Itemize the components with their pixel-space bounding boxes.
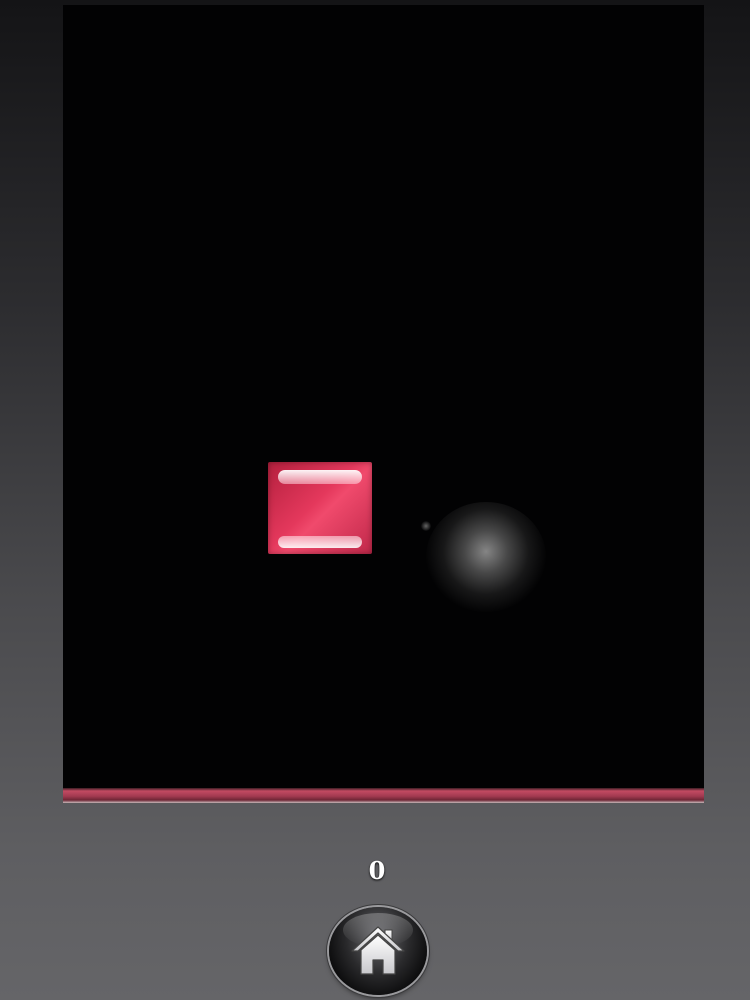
- game-screen[interactable]: [63, 5, 704, 789]
- home-icon: [351, 926, 405, 975]
- trail-speck: [421, 521, 431, 531]
- score-counter: 0: [368, 856, 386, 885]
- grey-ball: [426, 502, 546, 612]
- floor-bar: [63, 788, 704, 803]
- pink-block: [268, 462, 372, 554]
- block-highlight-top: [278, 470, 362, 484]
- home-button[interactable]: [329, 907, 427, 995]
- block-highlight-bottom: [278, 536, 362, 548]
